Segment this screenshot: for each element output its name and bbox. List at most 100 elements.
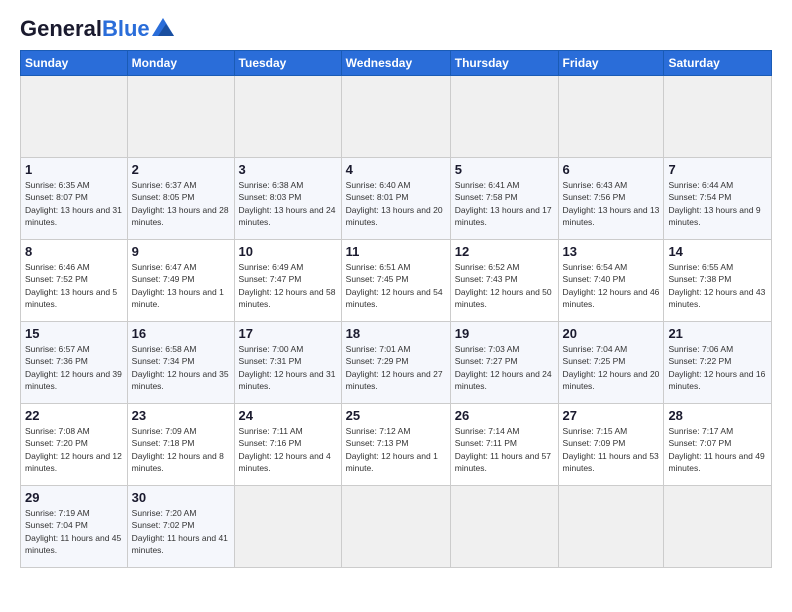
sunrise-text: Sunrise: 7:19 AM <box>25 508 90 518</box>
calendar-cell: 19 Sunrise: 7:03 AMSunset: 7:27 PMDayligh… <box>450 322 558 404</box>
day-info: Sunrise: 7:01 AMSunset: 7:29 PMDaylight:… <box>346 343 446 392</box>
sunrise-text: Sunrise: 7:04 AM <box>563 344 628 354</box>
calendar-cell: 29Sunrise: 7:19 AMSunset: 7:04 PMDayligh… <box>21 486 128 568</box>
day-info: Sunrise: 6:55 AMSunset: 7:38 PMDaylight:… <box>668 261 767 310</box>
day-number: 27 <box>563 408 660 423</box>
calendar-cell: 15Sunrise: 6:57 AMSunset: 7:36 PMDayligh… <box>21 322 128 404</box>
sunset-text: Sunset: 7:54 PM <box>668 192 731 202</box>
daylight-label: Daylight: 12 hours and 4 minutes. <box>239 451 331 473</box>
sunset-text: Sunset: 7:22 PM <box>668 356 731 366</box>
day-info: Sunrise: 6:52 AMSunset: 7:43 PMDaylight:… <box>455 261 554 310</box>
day-number: 28 <box>668 408 767 423</box>
calendar-cell: 20Sunrise: 7:04 AMSunset: 7:25 PMDayligh… <box>558 322 664 404</box>
logo-icon <box>152 18 174 36</box>
day-number: 19 <box>455 326 554 341</box>
calendar-cell: 28Sunrise: 7:17 AMSunset: 7:07 PMDayligh… <box>664 404 772 486</box>
day-info: Sunrise: 6:43 AM Sunset: 7:56 PM Daylight:… <box>563 179 660 228</box>
daylight-label: Daylight: 13 hours and 31 minutes. <box>25 205 122 227</box>
sunrise-text: Sunrise: 6:58 AM <box>132 344 197 354</box>
daylight-label: Daylight: 11 hours and 57 minutes. <box>455 451 551 473</box>
sunrise-text: Sunrise: 6:43 AM <box>563 180 628 190</box>
day-info: Sunrise: 7:06 AMSunset: 7:22 PMDaylight:… <box>668 343 767 392</box>
sunset-text: Sunset: 7:09 PM <box>563 438 626 448</box>
week-row: 1Sunrise: 6:35 AMSunset: 8:07 PMDaylight… <box>21 158 772 240</box>
day-info: Sunrise: 7:03 AMSunset: 7:27 PMDaylight:… <box>455 343 554 392</box>
day-number: 7 <box>668 162 767 177</box>
calendar-cell <box>558 486 664 568</box>
logo-blue: Blue <box>102 16 150 41</box>
calendar-cell: 6 Sunrise: 6:43 AM Sunset: 7:56 PM Daylight… <box>558 158 664 240</box>
day-info: Sunrise: 6:35 AMSunset: 8:07 PMDaylight:… <box>25 179 123 228</box>
calendar-cell: 26Sunrise: 7:14 AMSunset: 7:11 PMDayligh… <box>450 404 558 486</box>
col-monday: Monday <box>127 51 234 76</box>
day-info: Sunrise: 7:15 AMSunset: 7:09 PMDaylight:… <box>563 425 660 474</box>
day-info: Sunrise: 6:49 AMSunset: 7:47 PMDaylight:… <box>239 261 337 310</box>
day-info: Sunrise: 7:14 AMSunset: 7:11 PMDaylight:… <box>455 425 554 474</box>
daylight-label: Daylight: 11 hours and 49 minutes. <box>668 451 764 473</box>
day-number: 23 <box>132 408 230 423</box>
day-number: 12 <box>455 244 554 259</box>
daylight-label: Daylight: 12 hours and 54 minutes. <box>346 287 443 309</box>
calendar-cell <box>341 486 450 568</box>
day-number: 6 <box>563 162 660 177</box>
calendar-cell: 4Sunrise: 6:40 AMSunset: 8:01 PMDaylight… <box>341 158 450 240</box>
daylight-label: Daylight: 13 hours and 28 minutes. <box>132 205 229 227</box>
page: GeneralBlue Sunday Monday Tuesday Wednes… <box>0 0 792 612</box>
sunset-text: Sunset: 7:07 PM <box>668 438 731 448</box>
logo: GeneralBlue <box>20 18 174 40</box>
day-number: 13 <box>563 244 660 259</box>
calendar-cell: 12 Sunrise: 6:52 AMSunset: 7:43 PMDayligh… <box>450 240 558 322</box>
daylight-label: Daylight: 12 hours and 58 minutes. <box>239 287 336 309</box>
sunrise-text: Sunrise: 6:46 AM <box>25 262 90 272</box>
day-info: Sunrise: 6:40 AMSunset: 8:01 PMDaylight:… <box>346 179 446 228</box>
sunset-text: Sunset: 7:49 PM <box>132 274 195 284</box>
sunset-text: Sunset: 7:25 PM <box>563 356 626 366</box>
daylight-label: Daylight: 13 hours and 13 minutes. <box>563 205 660 227</box>
week-row: 29Sunrise: 7:19 AMSunset: 7:04 PMDayligh… <box>21 486 772 568</box>
calendar-cell: 3Sunrise: 6:38 AMSunset: 8:03 PMDaylight… <box>234 158 341 240</box>
sunset-text: Sunset: 7:18 PM <box>132 438 195 448</box>
sunset-text: Sunset: 7:45 PM <box>346 274 409 284</box>
daylight-label: Daylight: 12 hours and 31 minutes. <box>239 369 336 391</box>
sunrise-text: Sunrise: 6:47 AM <box>132 262 197 272</box>
sunset-text: Sunset: 7:20 PM <box>25 438 88 448</box>
sunset-text: Sunset: 7:56 PM <box>563 192 626 202</box>
sunrise-text: Sunrise: 6:41 AM <box>455 180 520 190</box>
day-number: 24 <box>239 408 337 423</box>
sunrise-text: Sunrise: 7:06 AM <box>668 344 733 354</box>
day-number: 14 <box>668 244 767 259</box>
calendar-cell: 9Sunrise: 6:47 AMSunset: 7:49 PMDaylight… <box>127 240 234 322</box>
day-info: Sunrise: 7:19 AMSunset: 7:04 PMDaylight:… <box>25 507 123 556</box>
sunrise-text: Sunrise: 7:14 AM <box>455 426 520 436</box>
sunrise-text: Sunrise: 6:37 AM <box>132 180 197 190</box>
week-row: 15Sunrise: 6:57 AMSunset: 7:36 PMDayligh… <box>21 322 772 404</box>
sunset-text: Sunset: 7:29 PM <box>346 356 409 366</box>
daylight-label: Daylight: 12 hours and 46 minutes. <box>563 287 660 309</box>
calendar-cell: 22Sunrise: 7:08 AMSunset: 7:20 PMDayligh… <box>21 404 128 486</box>
day-info: Sunrise: 6:51 AMSunset: 7:45 PMDaylight:… <box>346 261 446 310</box>
calendar-cell: 17Sunrise: 7:00 AMSunset: 7:31 PMDayligh… <box>234 322 341 404</box>
day-number: 20 <box>563 326 660 341</box>
sunset-text: Sunset: 7:36 PM <box>25 356 88 366</box>
col-wednesday: Wednesday <box>341 51 450 76</box>
sunset-text: Sunset: 7:13 PM <box>346 438 409 448</box>
calendar-cell: 24Sunrise: 7:11 AMSunset: 7:16 PMDayligh… <box>234 404 341 486</box>
daylight-label: Daylight: 13 hours and 5 minutes. <box>25 287 117 309</box>
sunset-text: Sunset: 8:05 PM <box>132 192 195 202</box>
sunrise-text: Sunrise: 7:09 AM <box>132 426 197 436</box>
calendar-cell: 25Sunrise: 7:12 AMSunset: 7:13 PMDayligh… <box>341 404 450 486</box>
week-row: 22Sunrise: 7:08 AMSunset: 7:20 PMDayligh… <box>21 404 772 486</box>
calendar-cell <box>450 76 558 158</box>
sunset-text: Sunset: 7:27 PM <box>455 356 518 366</box>
day-info: Sunrise: 7:12 AMSunset: 7:13 PMDaylight:… <box>346 425 446 474</box>
day-info: Sunrise: 6:54 AMSunset: 7:40 PMDaylight:… <box>563 261 660 310</box>
daylight-label: Daylight: 12 hours and 1 minute. <box>346 451 438 473</box>
day-info: Sunrise: 6:44 AMSunset: 7:54 PMDaylight:… <box>668 179 767 228</box>
daylight-label: Daylight: 13 hours and 9 minutes. <box>668 205 760 227</box>
daylight-label: Daylight: 12 hours and 50 minutes. <box>455 287 552 309</box>
day-info: Sunrise: 7:04 AMSunset: 7:25 PMDaylight:… <box>563 343 660 392</box>
daylight-label: Daylight: 12 hours and 24 minutes. <box>455 369 552 391</box>
day-number: 18 <box>346 326 446 341</box>
sunset-text: Sunset: 7:04 PM <box>25 520 88 530</box>
col-thursday: Thursday <box>450 51 558 76</box>
